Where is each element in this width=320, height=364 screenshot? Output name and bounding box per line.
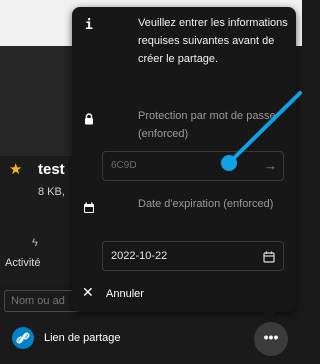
tab-activity[interactable]: ϟ Activité [0, 224, 72, 282]
file-name: test [38, 161, 65, 178]
star-icon[interactable]: ★ [9, 162, 22, 177]
lightning-icon: ϟ [32, 237, 38, 249]
info-icon: i [85, 18, 93, 33]
file-meta: 8 KB, [38, 186, 65, 198]
more-button[interactable]: ••• [254, 322, 288, 356]
password-value: 6C9D [111, 160, 137, 171]
arrow-right-icon[interactable]: → [264, 158, 277, 173]
cancel-label: Annuler [106, 288, 144, 300]
close-icon: ✕ [82, 284, 94, 300]
more-icon: ••• [263, 329, 279, 345]
expiration-date-value: 2022-10-22 [111, 250, 168, 262]
info-message: Veuillez entrer les informations requise… [138, 17, 288, 65]
link-icon [12, 327, 34, 349]
calendar-picker-icon[interactable] [263, 250, 275, 268]
share-link-label: Lien de partage [44, 332, 121, 344]
file-header: ★ test 8 KB, [0, 156, 72, 224]
password-field[interactable]: 6C9D → [102, 151, 284, 181]
cancel-button[interactable]: ✕ Annuler [72, 283, 296, 307]
share-popover: i Veuillez entrer les informations requi… [72, 7, 296, 319]
calendar-icon [83, 201, 95, 219]
expiration-label: Date d'expiration (enforced) [138, 198, 274, 210]
expiration-date-field[interactable]: 2022-10-22 [102, 241, 284, 271]
tab-activity-label: Activité [5, 257, 41, 269]
sidebar-strip [0, 46, 72, 156]
share-link-row[interactable]: Lien de partage ••• [0, 318, 302, 364]
lock-icon [84, 112, 94, 130]
password-label: Protection par mot de passe (enforced) [138, 110, 276, 140]
